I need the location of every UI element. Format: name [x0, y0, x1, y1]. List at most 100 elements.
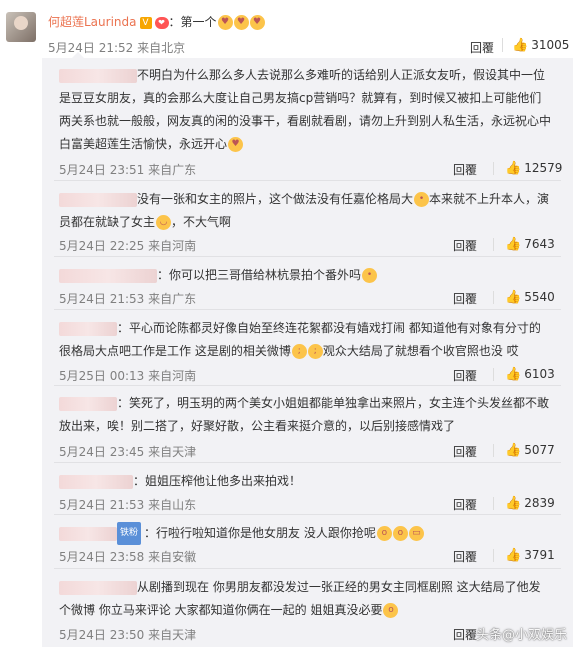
replies-panel: 不明白为什么那么多人去说那么多难听的话给别人正派女友听，假设其中一位是豆豆女朋友…: [42, 58, 573, 647]
reply-item: 不明白为什么那么多人去说那么多难听的话给别人正派女友听，假设其中一位是豆豆女朋友…: [42, 58, 573, 182]
like-button[interactable]: 👍 5540: [505, 290, 555, 305]
verified-badge-icon: V: [139, 16, 152, 29]
thumbs-up-icon: 👍: [505, 548, 522, 563]
divider: [54, 180, 561, 181]
avatar[interactable]: [6, 12, 36, 42]
reply-time: 5月25日 00:13 来自河南: [59, 369, 197, 383]
reply-item: 铁粉 ：行啦行啦知道你是他女朋友 没人跟你抢呢 o o ▭ 5月24日 23:58 来自…: [42, 516, 573, 570]
blurred-username: [59, 192, 137, 207]
cat-emoji-icon: •: [414, 192, 430, 207]
reply-button[interactable]: 回覆: [470, 39, 494, 56]
divider: [493, 368, 494, 381]
reply-text: ：姐姐压榨他让他多出来拍戏！: [59, 470, 551, 493]
heart-eyes-emoji-icon: ♥: [217, 15, 233, 30]
divider: [54, 514, 561, 515]
scream-emoji-icon: o: [383, 603, 399, 618]
reply-time: 5月24日 22:25 来自河南: [59, 239, 197, 253]
divider: [493, 549, 494, 562]
crying-emoji-icon: ;: [307, 344, 323, 359]
like-count: 7643: [524, 237, 555, 251]
like-count: 5077: [524, 443, 555, 457]
like-button[interactable]: 👍 3791: [505, 548, 555, 563]
reply-text: 从剧播到现在 你男朋友都没发过一张正经的男女主同框剧照 这大结局了他发个微博 你…: [59, 580, 541, 618]
reply-item: ：你可以把三哥借给林杭景拍个番外吗 • 5月24日 21:53 来自广东 回覆 👍 5…: [42, 258, 573, 311]
like-button[interactable]: 👍 12579: [505, 161, 562, 176]
divider: [54, 568, 561, 569]
like-count: 31005: [531, 38, 570, 52]
reply-time: 5月24日 23:45 来自天津: [59, 445, 197, 459]
reply-text: 不明白为什么那么多人去说那么多难听的话给别人正派女友听，假设其中一位是豆豆女朋友…: [59, 68, 552, 152]
reply-actions: 回覆 👍 7643: [453, 237, 573, 253]
reply-time: 5月24日 23:51 来自广东: [59, 163, 197, 177]
main-comment: 何超莲Laurinda V ❤ ：第一个 ♥ ♥ ♥ 5月24日 21:52 来自北京 回覆…: [0, 0, 573, 60]
thumbs-up-icon: 👍: [505, 237, 522, 252]
heart-eyes-emoji-icon: ♥: [249, 15, 265, 30]
reply-item: ：平心而论陈都灵好像自始至终连花絮都没有嫱戏打闹 都知道他有对象有分寸的很格局大…: [42, 311, 573, 387]
reply-time: 5月24日 21:53 来自广东: [59, 292, 197, 306]
reply-text: ：你可以把三哥借给林杭景拍个番外吗 •: [59, 264, 551, 287]
thumbs-up-icon: 👍: [505, 443, 522, 458]
reply-actions: 回覆 👍 3791: [453, 548, 573, 564]
thumbs-up-icon: 👍: [512, 38, 529, 53]
kiss-emoji-icon: ♥: [228, 137, 244, 152]
blurred-username: [59, 474, 133, 489]
reply-actions: 回覆 👍 6103: [453, 367, 573, 383]
reply-button[interactable]: 回覆: [453, 443, 477, 460]
reply-button[interactable]: 回覆: [453, 161, 477, 178]
reply-actions: 回覆 👍 2839: [453, 496, 573, 512]
divider: [54, 256, 561, 257]
reply-button[interactable]: 回覆: [453, 290, 477, 307]
watermark: 头条@小双娱乐: [475, 628, 567, 643]
thumbs-up-icon: 👍: [505, 290, 522, 305]
divider: [493, 162, 494, 175]
like-count: 6103: [524, 367, 555, 381]
divider: [493, 291, 494, 304]
like-button[interactable]: 👍 31005: [512, 38, 569, 53]
blurred-username: [59, 268, 157, 283]
like-button[interactable]: 👍 2839: [505, 496, 555, 511]
scream-emoji-icon: o: [392, 526, 408, 541]
reply-item: ：笑死了，明玉玥的两个美女小姐姐都能单独拿出来照片，女主连个头发丝都不敢放出来，…: [42, 387, 573, 464]
comment-text: ：第一个: [168, 15, 217, 29]
blurred-username: [59, 526, 117, 541]
reply-text: ：平心而论陈都灵好像自始至终连花絮都没有嫱戏打闹 都知道他有对象有分寸的很格局大…: [59, 321, 541, 359]
blurred-username: [59, 396, 117, 411]
reply-button[interactable]: 回覆: [453, 626, 477, 643]
like-button[interactable]: 👍 5077: [505, 443, 555, 458]
like-count: 2839: [524, 496, 555, 510]
heart-eyes-emoji-icon: ♥: [233, 15, 249, 30]
divider: [493, 497, 494, 510]
reply-button[interactable]: 回覆: [453, 496, 477, 513]
divider: [54, 309, 561, 310]
main-comment-header: 何超莲Laurinda V ❤ ：第一个 ♥ ♥ ♥: [48, 13, 265, 30]
reply-time: 5月24日 23:50 来自天津: [59, 628, 197, 642]
author-name[interactable]: 何超莲Laurinda: [48, 15, 137, 29]
reply-item: 没有一张和女主的照片，这个做法没有任嘉伦格局大 • 本来就不上升本人，演员都在就缺了…: [42, 182, 573, 258]
reply-button[interactable]: 回覆: [453, 237, 477, 254]
reply-text: ：笑死了，明玉玥的两个美女小姐姐都能单独拿出来照片，女主连个头发丝都不敢放出来，…: [59, 396, 550, 433]
like-button[interactable]: 👍 7643: [505, 237, 555, 252]
fan-badge: 铁粉: [117, 522, 142, 545]
divider: [493, 238, 494, 251]
scream-emoji-icon: o: [376, 526, 392, 541]
thumbs-up-icon: 👍: [505, 496, 522, 511]
reply-button[interactable]: 回覆: [453, 548, 477, 565]
reply-item: ：姐姐压榨他让他多出来拍戏！ 5月24日 21:53 来自山东 回覆 👍 2839: [42, 464, 573, 516]
reply-actions: 回覆 👍 5540: [453, 290, 573, 306]
vip-badge-icon: ❤: [154, 16, 169, 29]
like-button[interactable]: 👍 6103: [505, 367, 555, 382]
reply-text: 铁粉 ：行啦行啦知道你是他女朋友 没人跟你抢呢 o o ▭: [59, 522, 551, 545]
thumbs-up-icon: 👍: [505, 367, 522, 382]
thumbs-up-icon: 👍: [505, 161, 522, 176]
reply-time: 5月24日 23:58 来自安徽: [59, 550, 197, 564]
blurred-username: [59, 321, 117, 336]
reply-actions: 回覆 👍 5077: [453, 443, 573, 459]
reply-button[interactable]: 回覆: [453, 367, 477, 384]
like-count: 12579: [524, 161, 563, 175]
reply-actions: 回覆 👍 12579: [453, 161, 573, 177]
comment-time: 5月24日 21:52 来自北京: [48, 41, 186, 55]
reply-text: 没有一张和女主的照片，这个做法没有任嘉伦格局大 • 本来就不上升本人，演员都在就缺了…: [59, 192, 550, 230]
like-count: 3791: [524, 548, 555, 562]
reply-time: 5月24日 21:53 来自山东: [59, 498, 197, 512]
cat-emoji-icon: •: [362, 268, 378, 283]
